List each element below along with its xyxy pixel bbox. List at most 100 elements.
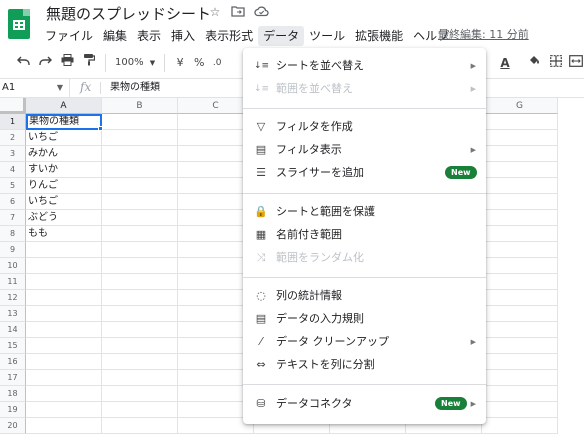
cell[interactable] (26, 338, 102, 354)
cell[interactable]: みかん (26, 146, 102, 162)
text-color-button[interactable]: A (495, 52, 515, 74)
menu-insert[interactable]: 挿入 (166, 26, 200, 46)
row-header[interactable]: 18 (0, 386, 26, 402)
cell[interactable] (482, 402, 558, 418)
active-cell[interactable]: 果物の種類 (26, 114, 102, 130)
name-box[interactable]: A1 ▼ (0, 79, 70, 97)
cell[interactable] (26, 402, 102, 418)
cell[interactable] (26, 354, 102, 370)
cell[interactable] (482, 274, 558, 290)
formula-input[interactable]: 果物の種類 (110, 79, 160, 97)
cell[interactable] (102, 194, 178, 210)
cell[interactable] (482, 130, 558, 146)
row-header[interactable]: 4 (0, 162, 26, 178)
cell[interactable] (102, 114, 178, 130)
data-menu-item[interactable]: ⇔ テキストを列に分割 (243, 354, 486, 376)
paint-format-icon[interactable] (78, 52, 100, 74)
row-header[interactable]: 15 (0, 338, 26, 354)
cell[interactable] (482, 114, 558, 130)
data-menu-item[interactable]: ▤ フィルタ表示 ▶ (243, 139, 486, 161)
row-header[interactable]: 20 (0, 418, 26, 434)
row-header[interactable]: 6 (0, 194, 26, 210)
merge-cells-icon[interactable] (566, 52, 584, 74)
cell[interactable] (482, 370, 558, 386)
data-menu-item[interactable]: 🔒 シートと範囲を保護 (243, 201, 486, 223)
cell[interactable] (102, 402, 178, 418)
cell[interactable] (26, 386, 102, 402)
data-menu-item[interactable]: ⛁ データコネクタ New ▶ (243, 393, 486, 415)
cell[interactable] (102, 338, 178, 354)
row-header[interactable]: 13 (0, 306, 26, 322)
sheets-logo-icon[interactable] (8, 9, 30, 39)
cell[interactable] (26, 290, 102, 306)
row-header[interactable]: 5 (0, 178, 26, 194)
data-menu-item[interactable]: ⁄ データ クリーンアップ ▶ (243, 331, 486, 353)
cell[interactable]: すいか (26, 162, 102, 178)
data-menu-item[interactable]: ☰ スライサーを追加 New (243, 162, 486, 184)
cell[interactable] (482, 354, 558, 370)
cell[interactable] (482, 258, 558, 274)
menu-view[interactable]: 表示 (132, 26, 166, 46)
undo-icon[interactable] (12, 52, 34, 74)
cell[interactable] (102, 146, 178, 162)
row-header[interactable]: 10 (0, 258, 26, 274)
star-icon[interactable]: ☆ (207, 5, 223, 20)
cell[interactable] (482, 418, 558, 434)
data-menu-item[interactable]: ▽ フィルタを作成 (243, 116, 486, 138)
row-header[interactable]: 1 (0, 114, 26, 130)
row-header[interactable]: 12 (0, 290, 26, 306)
cell[interactable] (26, 258, 102, 274)
cell[interactable]: いちご (26, 194, 102, 210)
last-edit-link[interactable]: 最終編集: 11 分前 (438, 26, 529, 42)
cell[interactable]: ぶどう (26, 210, 102, 226)
cell[interactable] (26, 274, 102, 290)
cell[interactable] (102, 258, 178, 274)
cell[interactable] (482, 290, 558, 306)
print-icon[interactable] (56, 52, 78, 74)
cell[interactable] (102, 418, 178, 434)
cell[interactable] (482, 162, 558, 178)
cell[interactable] (102, 386, 178, 402)
row-header[interactable]: 8 (0, 226, 26, 242)
column-header-b[interactable]: B (102, 98, 178, 114)
cell[interactable] (102, 290, 178, 306)
document-title[interactable]: 無題のスプレッドシート (46, 3, 211, 24)
menu-data[interactable]: データ (258, 26, 305, 46)
cell[interactable] (102, 354, 178, 370)
row-header[interactable]: 9 (0, 242, 26, 258)
row-header[interactable]: 7 (0, 210, 26, 226)
fill-handle[interactable] (98, 126, 103, 131)
cell[interactable] (102, 210, 178, 226)
data-menu-item[interactable]: ▤ データの入力規則 (243, 308, 486, 330)
cell[interactable] (102, 322, 178, 338)
percent-format-button[interactable]: % (190, 52, 208, 74)
cell[interactable] (482, 386, 558, 402)
borders-icon[interactable] (546, 52, 566, 74)
cell[interactable] (482, 242, 558, 258)
cell[interactable] (102, 130, 178, 146)
menu-file[interactable]: ファイル (40, 26, 98, 46)
cell[interactable] (482, 210, 558, 226)
cell[interactable] (26, 370, 102, 386)
data-menu-item[interactable]: ◌ 列の統計情報 (243, 285, 486, 307)
row-header[interactable]: 11 (0, 274, 26, 290)
cell[interactable] (26, 306, 102, 322)
menu-tools[interactable]: ツール (304, 26, 350, 46)
redo-icon[interactable] (34, 52, 56, 74)
cell[interactable] (482, 194, 558, 210)
column-header-g[interactable]: G (482, 98, 558, 114)
select-all-corner[interactable] (0, 98, 26, 114)
cell[interactable] (482, 322, 558, 338)
cell[interactable] (102, 242, 178, 258)
zoom-select[interactable]: 100% ▼ (111, 52, 159, 74)
decimal-decrease-button[interactable]: .0 (208, 52, 226, 74)
cell[interactable]: りんご (26, 178, 102, 194)
row-header[interactable]: 2 (0, 130, 26, 146)
cloud-status-icon[interactable] (253, 5, 269, 20)
cell[interactable] (102, 306, 178, 322)
cell[interactable] (482, 178, 558, 194)
row-header[interactable]: 19 (0, 402, 26, 418)
cell[interactable]: いちご (26, 130, 102, 146)
data-menu-item[interactable]: ▦ 名前付き範囲 (243, 224, 486, 246)
cell[interactable] (482, 146, 558, 162)
